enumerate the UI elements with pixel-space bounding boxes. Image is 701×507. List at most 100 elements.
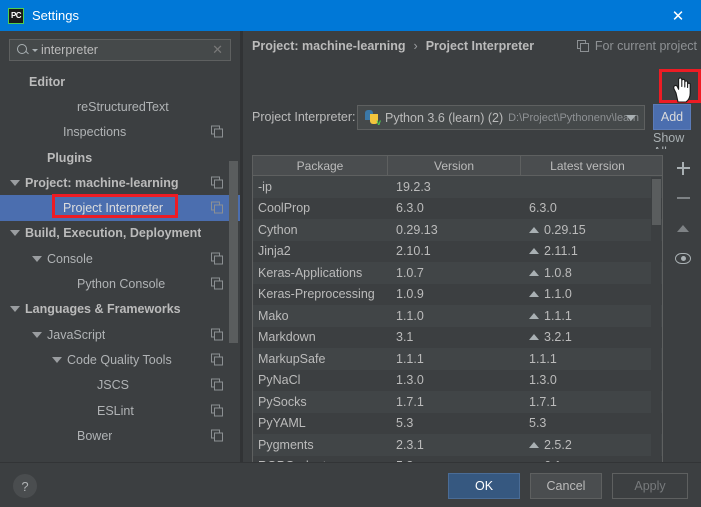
table-row[interactable]: PySocks 1.7.1 1.7.1 [253, 391, 662, 413]
apply-button[interactable]: Apply [612, 473, 688, 499]
sidebar-item-label: Console [47, 251, 93, 266]
column-header-package[interactable]: Package [253, 156, 388, 175]
minus-icon [676, 197, 690, 199]
package-name: Markdown [258, 330, 316, 345]
sidebar-item-plugins[interactable]: Plugins [0, 145, 240, 170]
project-interpreter-dropdown[interactable]: v Python 3.6 (learn) (2) D:\Project\Pyth… [357, 105, 645, 130]
copy-settings-icon[interactable] [211, 201, 224, 215]
add-interpreter-button[interactable]: Add [653, 104, 691, 130]
project-interpreter-label: Project Interpreter: [252, 110, 356, 124]
latest-version-text: 2.5.2 [544, 437, 572, 452]
upgrade-package-button[interactable] [670, 215, 696, 241]
column-header-latest-version[interactable]: Latest version [521, 156, 654, 175]
package-name: -ip [258, 179, 272, 194]
show-early-releases-button[interactable] [670, 245, 696, 271]
chevron-down-icon[interactable] [32, 255, 42, 262]
sidebar-item-editor[interactable]: Editor [0, 69, 240, 94]
clear-search-icon[interactable]: ✕ [212, 42, 223, 58]
table-row[interactable]: CoolProp 6.3.0 6.3.0 [253, 197, 662, 219]
latest-version-text: 5.3 [529, 416, 547, 431]
search-field[interactable]: interpreter ✕ [9, 39, 231, 61]
packages-scrollbar[interactable] [651, 177, 661, 485]
sidebar-item-console[interactable]: Console [0, 246, 240, 271]
show-all-interpreters-button[interactable]: Show All... [653, 131, 701, 149]
sidebar-item-languages-frameworks[interactable]: Languages & Frameworks [0, 297, 240, 322]
copy-settings-icon[interactable] [211, 378, 224, 392]
copy-settings-icon[interactable] [211, 252, 224, 265]
table-row[interactable]: Markdown 3.1 3.2.1 [253, 326, 662, 348]
table-row[interactable]: PyNaCl 1.3.0 1.3.0 [253, 369, 662, 391]
ok-button[interactable]: OK [448, 473, 520, 499]
copy-settings-icon[interactable] [211, 328, 224, 341]
install-package-button[interactable] [670, 155, 696, 181]
packages-toolbar [668, 155, 698, 285]
table-row[interactable]: -ip 19.2.3 [253, 176, 662, 198]
latest-version-text: 1.0.8 [544, 265, 572, 280]
table-row[interactable]: Mako 1.1.0 1.1.1 [253, 305, 662, 327]
chevron-down-icon[interactable] [626, 114, 636, 121]
chevron-down-icon[interactable] [10, 306, 20, 313]
chevron-down-icon[interactable] [52, 356, 62, 363]
search-input[interactable]: interpreter [41, 43, 212, 57]
sidebar-item-inspections[interactable]: Inspections [0, 120, 240, 145]
package-version: 1.7.1 [396, 394, 424, 409]
chevron-down-icon[interactable] [32, 331, 42, 338]
interpreter-name: Python 3.6 (learn) (2) [385, 110, 504, 125]
upgrade-available-icon [529, 441, 539, 448]
sidebar-item-eslint[interactable]: ESLint [0, 398, 240, 423]
sidebar-scrollbar-thumb[interactable] [229, 161, 238, 343]
column-header-version[interactable]: Version [388, 156, 521, 175]
sidebar-item-label: Plugins [47, 150, 93, 165]
sidebar-item-code-quality-tools[interactable]: Code Quality Tools [0, 347, 240, 372]
copy-settings-icon[interactable] [211, 125, 224, 139]
package-version: 0.29.13 [396, 222, 438, 237]
sidebar-item-javascript[interactable]: JavaScript [0, 322, 240, 347]
packages-scrollbar-thumb[interactable] [652, 179, 661, 225]
copy-settings-icon[interactable] [211, 404, 224, 417]
sidebar-item-project-interpreter[interactable]: Project Interpreter [0, 195, 240, 221]
chevron-down-icon[interactable] [10, 179, 20, 186]
search-options-chevron-icon[interactable] [32, 48, 38, 52]
copy-settings-icon[interactable] [211, 277, 224, 291]
copy-settings-icon[interactable] [211, 429, 224, 442]
sidebar-item-restructuredtext[interactable]: reStructuredText [0, 94, 240, 119]
sidebar-item-jscs[interactable]: JSCS [0, 373, 240, 398]
copy-settings-icon[interactable] [211, 353, 224, 366]
table-row[interactable]: PyYAML 5.3 5.3 [253, 412, 662, 434]
latest-version-text: 1.3.0 [529, 373, 557, 388]
close-icon[interactable]: ✕ [655, 0, 701, 31]
sidebar-item-python-console[interactable]: Python Console [0, 271, 240, 296]
table-row[interactable]: Jinja2 2.10.1 2.11.1 [253, 240, 662, 262]
sidebar-item-label: reStructuredText [77, 99, 169, 114]
table-row[interactable]: Keras-Applications 1.0.7 1.0.8 [253, 262, 662, 284]
latest-version-text: 3.2.1 [544, 330, 572, 345]
sidebar-item-project-machine-learning[interactable]: Project: machine-learning [0, 170, 240, 195]
package-latest-version: 1.7.1 [521, 395, 654, 409]
table-row[interactable]: MarkupSafe 1.1.1 1.1.1 [253, 348, 662, 370]
sidebar-item-build-execution-deployment[interactable]: Build, Execution, Deployment [0, 221, 240, 246]
sidebar-item-bower[interactable]: Bower [0, 423, 240, 448]
table-row[interactable]: Pygments 2.3.1 2.5.2 [253, 434, 662, 456]
package-name: PySocks [258, 394, 307, 409]
uninstall-package-button[interactable] [670, 185, 696, 211]
breadcrumb-root[interactable]: Project: machine-learning [252, 39, 406, 53]
settings-tree: Editor reStructuredText Inspections Plugins… [0, 69, 240, 462]
cancel-button[interactable]: Cancel [530, 473, 602, 499]
sidebar-item-label: Languages & Frameworks [25, 302, 181, 317]
chevron-down-icon[interactable] [10, 230, 20, 237]
package-name: CoolProp [258, 201, 311, 216]
help-button[interactable]: ? [13, 474, 37, 498]
package-latest-version: 1.1.0 [521, 287, 654, 301]
copy-settings-icon[interactable] [211, 176, 224, 189]
python-venv-icon: v [365, 110, 381, 127]
search-icon [16, 43, 30, 57]
table-row[interactable]: Keras-Preprocessing 1.0.9 1.1.0 [253, 283, 662, 305]
package-latest-version: 2.5.2 [521, 438, 654, 452]
table-row[interactable]: Cython 0.29.13 0.29.15 [253, 219, 662, 241]
package-name: PyNaCl [258, 373, 301, 388]
sidebar-scrollbar[interactable] [229, 69, 238, 462]
upgrade-available-icon [529, 248, 539, 255]
